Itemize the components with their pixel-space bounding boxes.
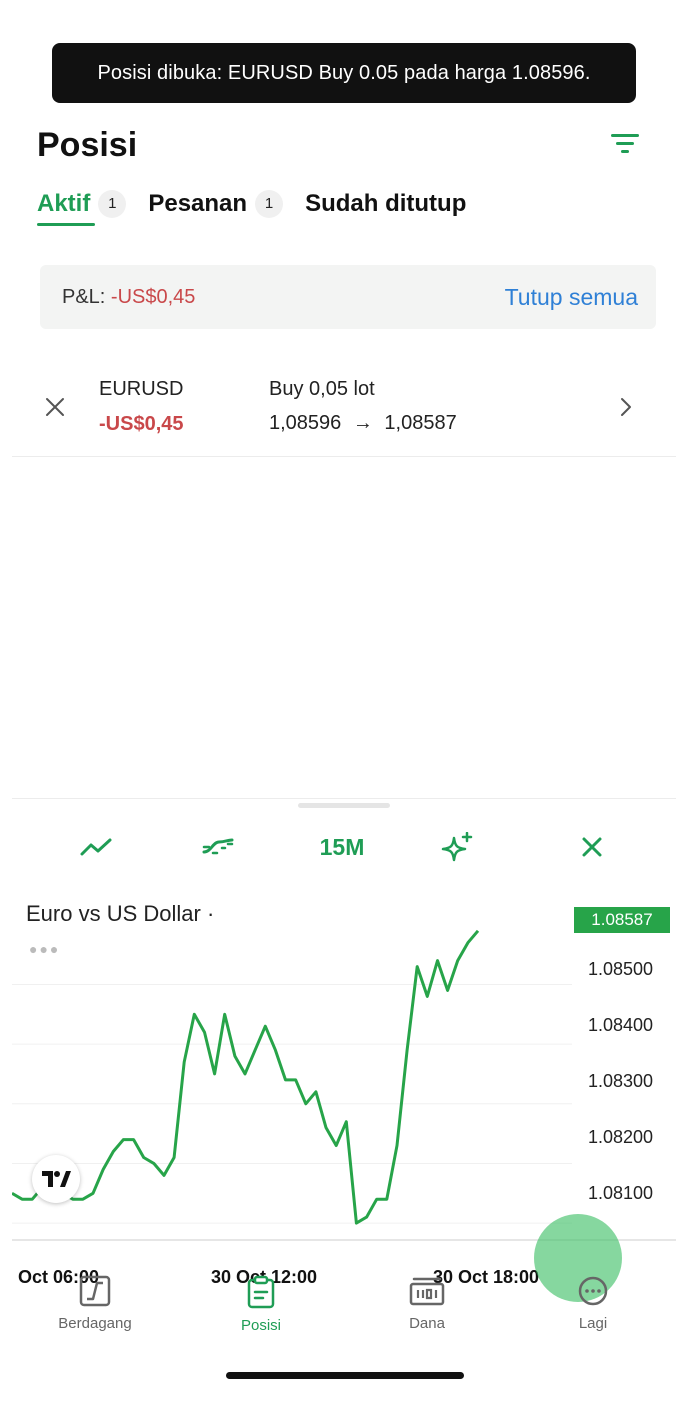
arrow-right-icon: → xyxy=(352,412,373,434)
chart-title: Euro vs US Dollar · xyxy=(26,901,215,926)
position-row[interactable]: EURUSD -US$0,45 Buy 0,05 lot 1,08596 → 1… xyxy=(12,360,676,457)
home-indicator xyxy=(226,1372,464,1379)
drag-handle[interactable] xyxy=(298,803,390,808)
open-price: 1,08596 xyxy=(269,412,342,434)
y-tick-label: 1.08200 xyxy=(588,1127,654,1147)
y-tick-label: 1.08300 xyxy=(588,1071,654,1091)
filter-icon[interactable] xyxy=(610,130,642,158)
tab-count-badge: 1 xyxy=(255,190,284,218)
price-line xyxy=(12,929,480,1225)
sparkle-icon[interactable] xyxy=(440,829,476,865)
nav-trade[interactable]: Berdagang xyxy=(25,1275,165,1332)
nav-label: Lagi xyxy=(578,1315,608,1332)
chevron-right-icon[interactable] xyxy=(618,396,634,418)
app-screen: Posisi dibuka: EURUSD Buy 0.05 pada harg… xyxy=(12,30,676,1392)
nav-funds[interactable]: Dana xyxy=(357,1275,497,1332)
nav-label: Dana xyxy=(409,1315,445,1332)
current-price: 1,08587 xyxy=(384,412,457,434)
position-side-lot: Buy 0,05 lot xyxy=(269,378,375,400)
line-chart-icon[interactable] xyxy=(78,829,114,865)
indicators-icon[interactable] xyxy=(200,829,236,865)
y-tick-label: 1.08400 xyxy=(588,1015,654,1035)
toast-message: Posisi dibuka: EURUSD Buy 0.05 pada harg… xyxy=(97,61,591,84)
pl-summary-bar: P&L: -US$0,45 Tutup semua xyxy=(40,265,656,329)
position-prices: 1,08596 → 1,08587 xyxy=(269,412,457,435)
position-pl: -US$0,45 xyxy=(99,413,184,435)
tab-count-badge: 1 xyxy=(98,190,127,218)
tradingview-logo-icon[interactable] xyxy=(32,1155,80,1203)
clipboard-icon xyxy=(247,1275,275,1309)
chart-toolbar: 15M xyxy=(12,829,676,865)
tab-orders[interactable]: Pesanan 1 xyxy=(148,190,284,226)
nav-label: Berdagang xyxy=(58,1315,132,1332)
banknote-icon xyxy=(409,1277,445,1306)
pl-total-value: -US$0,45 xyxy=(110,285,196,308)
close-chart-icon[interactable] xyxy=(574,829,610,865)
current-price-tag: 1.08587 xyxy=(574,907,670,933)
bottom-nav: Berdagang Posisi Dana Lagi xyxy=(12,1275,676,1345)
position-symbol: EURUSD xyxy=(99,378,184,400)
trade-chart-icon xyxy=(79,1275,111,1307)
timeframe-selector[interactable]: 15M xyxy=(302,829,382,865)
page-title: Posisi xyxy=(37,126,138,164)
close-position-icon[interactable] xyxy=(44,396,66,418)
toast-notification: Posisi dibuka: EURUSD Buy 0.05 pada harg… xyxy=(52,43,636,103)
position-tabs: Aktif 1 Pesanan 1 Sudah ditutup xyxy=(37,190,488,226)
nav-label: Posisi xyxy=(240,1317,281,1334)
tab-label: Pesanan xyxy=(148,190,248,217)
pl-label: P&L: xyxy=(62,285,106,308)
nav-more[interactable]: Lagi xyxy=(523,1275,663,1332)
nav-positions[interactable]: Posisi xyxy=(191,1275,331,1334)
more-dots-icon[interactable]: ●●● xyxy=(29,941,60,957)
tab-closed[interactable]: Sudah ditutup xyxy=(305,190,466,226)
tab-label: Aktif xyxy=(37,190,91,217)
tab-label: Sudah ditutup xyxy=(305,190,467,217)
more-icon xyxy=(578,1276,608,1306)
pl-summary: P&L: -US$0,45 xyxy=(62,286,195,309)
y-tick-label: 1.08100 xyxy=(588,1183,654,1203)
timeframe-label: 15M xyxy=(319,833,365,860)
price-chart[interactable] xyxy=(12,889,676,1241)
tab-active[interactable]: Aktif 1 xyxy=(37,190,127,226)
close-all-button[interactable]: Tutup semua xyxy=(505,284,638,311)
y-tick-label: 1.08500 xyxy=(588,959,654,979)
